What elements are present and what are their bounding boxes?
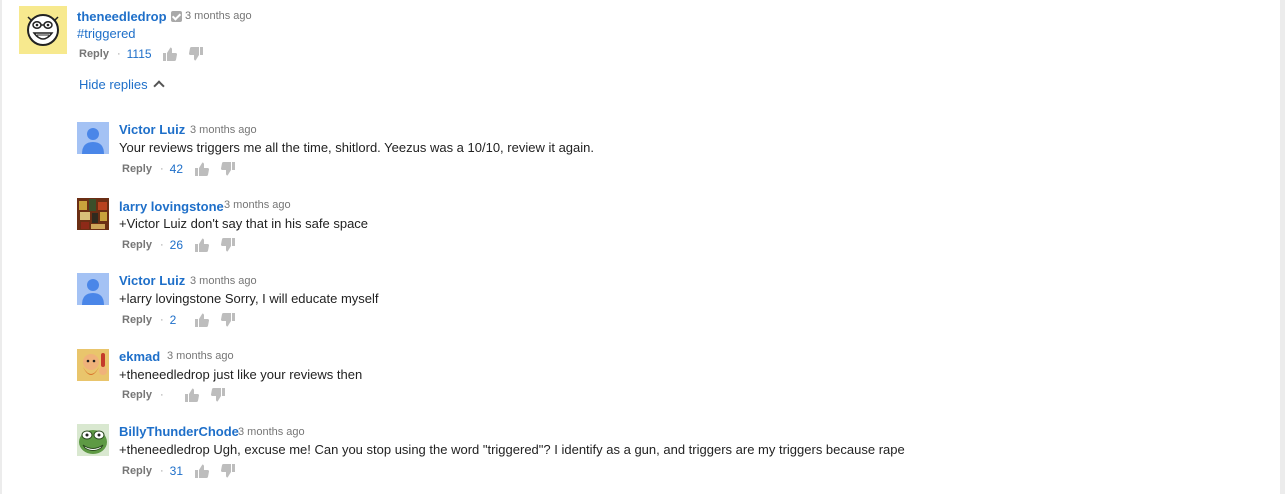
reply-button[interactable]: Reply <box>122 465 152 477</box>
separator-dot: · <box>159 465 164 477</box>
reply-comment: Victor Luiz 3 months ago Your reviews tr… <box>77 122 1227 182</box>
rage-face-icon <box>27 14 59 46</box>
hide-replies-label[interactable]: Hide replies <box>79 77 148 92</box>
thumbs-up-icon[interactable] <box>194 237 210 253</box>
reply-comment: Victor Luiz 3 months ago +larry lovingst… <box>77 273 1227 333</box>
painting-avatar-icon <box>77 198 109 230</box>
top-comment: theneedledrop 3 months ago #triggered Re… <box>19 6 1219 71</box>
like-count: 31 <box>169 464 183 478</box>
reply-button[interactable]: Reply <box>122 163 152 175</box>
comment-author[interactable]: larry lovingstone <box>119 199 224 214</box>
separator-dot: · <box>159 163 164 175</box>
comment-time[interactable]: 3 months ago <box>167 350 234 362</box>
thumbs-down-icon[interactable] <box>220 237 236 253</box>
avatar-billy[interactable] <box>77 424 109 456</box>
comment-time[interactable]: 3 months ago <box>190 275 257 287</box>
like-count: 26 <box>169 238 183 252</box>
reply-comment: BillyThunderChode 3 months ago +theneedl… <box>77 424 1227 484</box>
thumbs-up-icon[interactable] <box>184 387 200 403</box>
reply-button[interactable]: Reply <box>122 239 152 251</box>
reply-button[interactable]: Reply <box>79 48 109 60</box>
default-user-icon <box>82 128 104 154</box>
thumbs-up-icon[interactable] <box>194 161 210 177</box>
frog-avatar-icon <box>77 424 109 456</box>
comment-text[interactable]: #triggered <box>77 26 136 41</box>
thumbs-down-icon[interactable] <box>210 387 226 403</box>
thumbs-up-icon[interactable] <box>194 312 210 328</box>
comment-author[interactable]: ekmad <box>119 349 160 364</box>
reply-button[interactable]: Reply <box>122 314 152 326</box>
left-border <box>0 0 2 494</box>
author-name[interactable]: theneedledrop <box>77 9 167 24</box>
comment-actions: Reply · 1115 <box>79 46 204 64</box>
comment-actions: Reply · 2 <box>122 312 236 330</box>
chevron-up-icon <box>152 80 165 92</box>
like-count: 42 <box>169 162 183 176</box>
avatar-ekmad[interactable] <box>77 349 109 381</box>
comment-text: Your reviews triggers me all the time, s… <box>119 140 594 155</box>
right-border <box>1280 0 1285 494</box>
comment-author[interactable]: Victor Luiz <box>119 122 185 137</box>
comment-time[interactable]: 3 months ago <box>238 426 305 438</box>
avatar-larry[interactable] <box>77 198 109 230</box>
thumbs-up-icon[interactable] <box>194 463 210 479</box>
comment-author[interactable]: Victor Luiz <box>119 273 185 288</box>
thumbs-down-icon[interactable] <box>220 161 236 177</box>
comment-actions: Reply · <box>122 387 226 405</box>
comment-time[interactable]: 3 months ago <box>224 199 291 211</box>
thumbs-up-icon[interactable] <box>162 46 178 62</box>
comment-actions: Reply · 42 <box>122 161 236 179</box>
like-count: 1115 <box>126 47 152 61</box>
reply-button[interactable]: Reply <box>122 389 152 401</box>
separator-dot: · <box>159 389 164 401</box>
reply-comment: larry lovingstone 3 months ago +Victor L… <box>77 198 1227 258</box>
comment-text: +Victor Luiz don't say that in his safe … <box>119 216 369 231</box>
comment-actions: Reply · 31 <box>122 463 236 481</box>
default-user-icon <box>82 279 104 305</box>
avatar-theneedledrop[interactable] <box>19 6 67 54</box>
avatar-default[interactable] <box>77 122 109 154</box>
separator-dot: · <box>159 314 164 326</box>
comment-text: +theneedledrop just like your reviews th… <box>119 367 363 382</box>
comment-text: +larry lovingstone Sorry, I will educate… <box>119 291 379 306</box>
reply-comment: ekmad 3 months ago +theneedledrop just l… <box>77 349 1227 409</box>
avatar-default[interactable] <box>77 273 109 305</box>
comment-time[interactable]: 3 months ago <box>190 124 257 136</box>
separator-dot: · <box>116 48 121 60</box>
separator-dot: · <box>159 239 164 251</box>
comment-actions: Reply · 26 <box>122 237 236 255</box>
comment-time[interactable]: 3 months ago <box>185 10 252 22</box>
thumbs-down-icon[interactable] <box>188 46 204 62</box>
comment-author[interactable]: BillyThunderChode <box>119 424 239 439</box>
comment-author[interactable]: theneedledrop <box>77 9 182 24</box>
thumbs-down-icon[interactable] <box>220 312 236 328</box>
verified-check-icon <box>170 11 182 22</box>
hide-replies-button[interactable]: Hide replies <box>79 77 165 92</box>
comment-text: +theneedledrop Ugh, excuse me! Can you s… <box>119 442 905 457</box>
like-count: 2 <box>169 313 177 327</box>
cartoon-avatar-icon <box>77 349 109 381</box>
thumbs-down-icon[interactable] <box>220 463 236 479</box>
